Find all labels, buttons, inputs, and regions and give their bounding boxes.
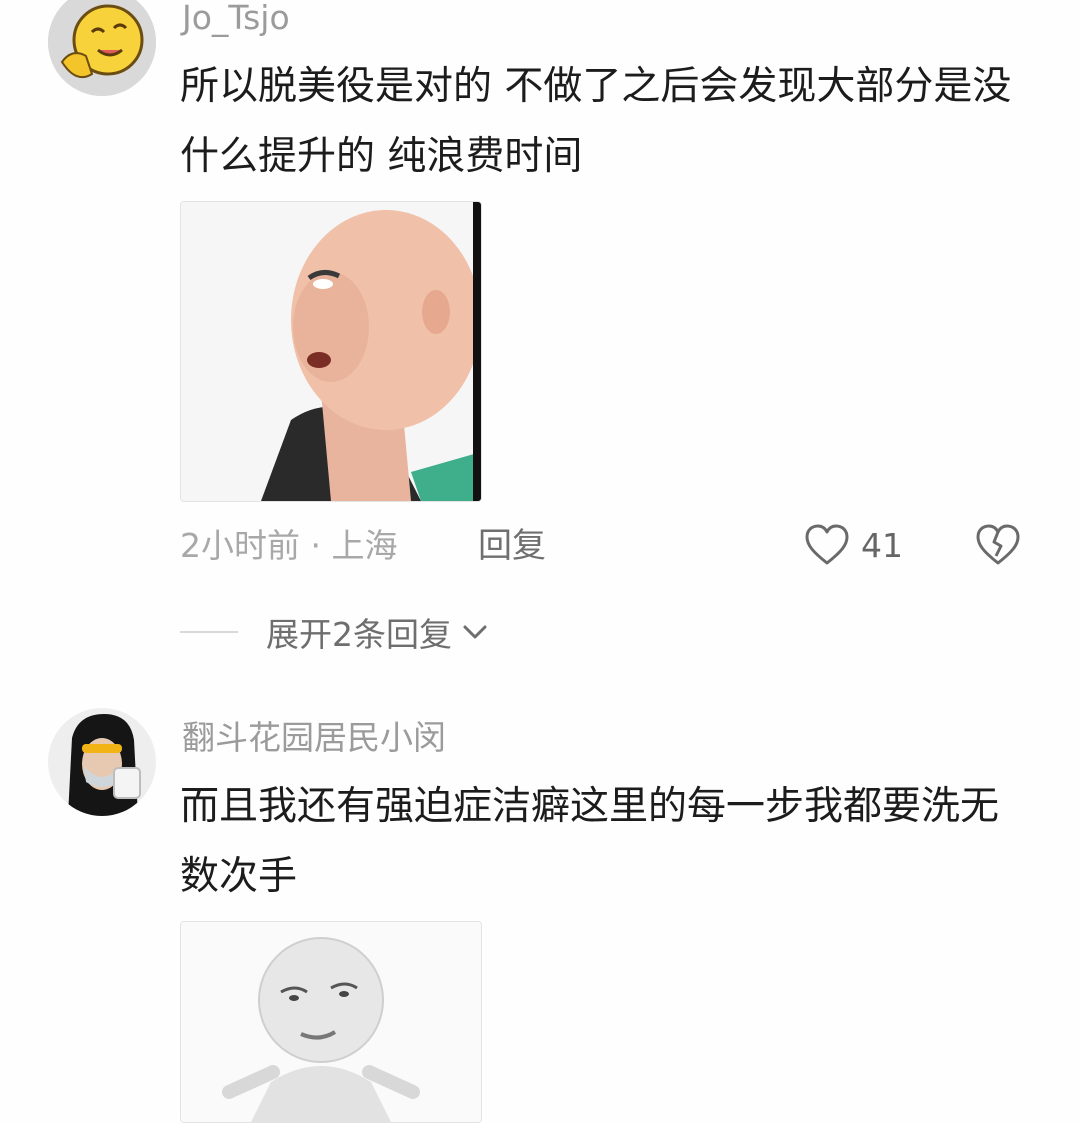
heart-icon: [805, 524, 849, 565]
face-emoji-icon: [48, 0, 156, 96]
comment-item: 翻斗花园居民小闵 而且我还有强迫症洁癖这里的每一步我都要洗无数次手: [0, 680, 1080, 1123]
expand-replies-button[interactable]: 展开2条回复: [180, 610, 488, 654]
like-count: 41: [861, 525, 903, 565]
reply-button[interactable]: 回复: [478, 526, 546, 566]
comment-item: Jo_Tsjo 所以脱美役是对的 不做了之后会发现大部分是没什么提升的 纯浪费时…: [0, 0, 1080, 680]
meme-bald-face-icon: [181, 202, 481, 501]
comment-text: 所以脱美役是对的 不做了之后会发现大部分是没什么提升的 纯浪费时间: [180, 64, 1012, 179]
like-button[interactable]: 41: [803, 522, 903, 568]
comment-image[interactable]: [180, 201, 482, 502]
chevron-down-icon: [463, 625, 487, 639]
comment-text: 而且我还有强迫症洁癖这里的每一步我都要洗无数次手: [180, 784, 1000, 899]
divider-line: [180, 631, 238, 633]
username[interactable]: Jo_Tsjo: [182, 0, 290, 38]
username[interactable]: 翻斗花园居民小闵: [182, 718, 446, 758]
expand-replies-label: 展开2条回复: [266, 615, 452, 654]
comment-meta: 2小时前 · 上海: [180, 526, 398, 565]
dislike-button[interactable]: [974, 522, 1022, 568]
user-photo-icon: [48, 708, 156, 816]
avatar[interactable]: [48, 0, 156, 96]
meme-white-figure-icon: [181, 922, 481, 1122]
broken-heart-icon: [976, 524, 1020, 565]
comment-image[interactable]: [180, 921, 482, 1123]
avatar[interactable]: [48, 708, 156, 816]
